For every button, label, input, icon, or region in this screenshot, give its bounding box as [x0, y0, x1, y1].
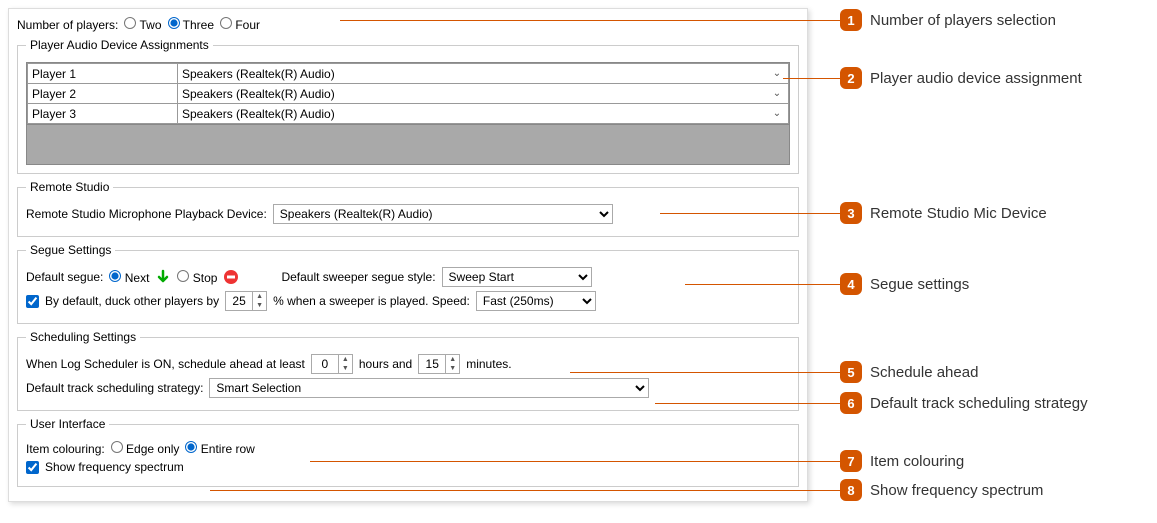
stop-icon — [223, 269, 239, 285]
ui-group: User Interface Item colouring: Edge only… — [17, 417, 799, 487]
device-select-3[interactable]: Speakers (Realtek(R) Audio)⌄ — [182, 107, 784, 121]
callout-2-badge: 2 — [840, 67, 862, 89]
callout-8-text: Show frequency spectrum — [870, 482, 1043, 499]
duck-checkbox[interactable] — [26, 295, 39, 308]
remote-mic-select[interactable]: Speakers (Realtek(R) Audio) — [273, 204, 613, 224]
radio-edge-only[interactable]: Edge only — [111, 441, 180, 456]
spin-up-icon[interactable]: ▲ — [339, 355, 352, 364]
callout-5-badge: 5 — [840, 361, 862, 383]
schedule-legend: Scheduling Settings — [26, 330, 140, 344]
assignments-legend: Player Audio Device Assignments — [26, 38, 213, 52]
callout-6-text: Default track scheduling strategy — [870, 395, 1088, 412]
grid-empty-area — [26, 125, 790, 165]
callout-4-badge: 4 — [840, 273, 862, 295]
table-row: Player 2 Speakers (Realtek(R) Audio)⌄ — [28, 84, 789, 104]
default-segue-label: Default segue: — [26, 270, 103, 284]
minutes-unit: minutes. — [466, 357, 511, 371]
player-name-cell: Player 3 — [28, 104, 178, 124]
remote-studio-group: Remote Studio Remote Studio Microphone P… — [17, 180, 799, 237]
callout-8-badge: 8 — [840, 479, 862, 501]
chevron-down-icon[interactable]: ⌄ — [770, 108, 784, 119]
callout-6-badge: 6 — [840, 392, 862, 414]
table-row: Player 1 Speakers (Realtek(R) Audio)⌄ — [28, 64, 789, 84]
hours-unit: hours and — [359, 357, 412, 371]
ui-legend: User Interface — [26, 417, 109, 431]
num-players-row: Number of players: Two Three Four — [17, 17, 799, 32]
radio-next[interactable]: Next — [109, 270, 149, 285]
callout-1-badge: 1 — [840, 9, 862, 31]
player-name-cell: Player 2 — [28, 84, 178, 104]
chevron-down-icon[interactable]: ⌄ — [770, 88, 784, 99]
spectrum-label: Show frequency spectrum — [45, 460, 184, 474]
radio-entire-row[interactable]: Entire row — [185, 441, 254, 456]
spin-down-icon[interactable]: ▼ — [253, 301, 266, 310]
settings-panel: Number of players: Two Three Four Player… — [8, 8, 808, 502]
callout-2-text: Player audio device assignment — [870, 70, 1082, 87]
device-select-2[interactable]: Speakers (Realtek(R) Audio)⌄ — [182, 87, 784, 101]
num-players-label: Number of players: — [17, 18, 118, 32]
radio-three[interactable]: Three — [168, 17, 214, 32]
duck-label-pre: By default, duck other players by — [45, 294, 219, 308]
colouring-label: Item colouring: — [26, 442, 105, 456]
duck-percent-spinner[interactable]: ▲▼ — [225, 291, 267, 311]
spectrum-checkbox[interactable] — [26, 461, 39, 474]
callout-4-text: Segue settings — [870, 276, 969, 293]
segue-group: Segue Settings Default segue: Next Stop … — [17, 243, 799, 324]
spin-up-icon[interactable]: ▲ — [446, 355, 459, 364]
sweeper-style-select[interactable]: Sweep Start — [442, 267, 592, 287]
radio-four[interactable]: Four — [220, 17, 260, 32]
sweeper-style-label: Default sweeper segue style: — [281, 270, 435, 284]
callout-5-text: Schedule ahead — [870, 364, 978, 381]
remote-legend: Remote Studio — [26, 180, 113, 194]
device-select-1[interactable]: Speakers (Realtek(R) Audio)⌄ — [182, 67, 784, 81]
remote-mic-label: Remote Studio Microphone Playback Device… — [26, 207, 267, 221]
hours-spinner[interactable]: ▲▼ — [311, 354, 353, 374]
callout-1-text: Number of players selection — [870, 12, 1056, 29]
callout-3-text: Remote Studio Mic Device — [870, 205, 1047, 222]
device-grid: Player 1 Speakers (Realtek(R) Audio)⌄ Pl… — [26, 62, 790, 125]
duck-speed-select[interactable]: Fast (250ms) — [476, 291, 596, 311]
segue-legend: Segue Settings — [26, 243, 115, 257]
strategy-label: Default track scheduling strategy: — [26, 381, 203, 395]
minutes-spinner[interactable]: ▲▼ — [418, 354, 460, 374]
spin-down-icon[interactable]: ▼ — [446, 364, 459, 373]
chevron-down-icon[interactable]: ⌄ — [770, 68, 784, 79]
spin-down-icon[interactable]: ▼ — [339, 364, 352, 373]
callout-7-text: Item colouring — [870, 453, 964, 470]
schedule-ahead-label: When Log Scheduler is ON, schedule ahead… — [26, 357, 305, 371]
spin-up-icon[interactable]: ▲ — [253, 292, 266, 301]
table-row: Player 3 Speakers (Realtek(R) Audio)⌄ — [28, 104, 789, 124]
callout-3-badge: 3 — [840, 202, 862, 224]
callout-7-badge: 7 — [840, 450, 862, 472]
schedule-group: Scheduling Settings When Log Scheduler i… — [17, 330, 799, 411]
strategy-select[interactable]: Smart Selection — [209, 378, 649, 398]
radio-two[interactable]: Two — [124, 17, 161, 32]
arrow-down-icon — [155, 269, 171, 285]
assignments-group: Player Audio Device Assignments Player 1… — [17, 38, 799, 174]
radio-stop[interactable]: Stop — [177, 270, 217, 285]
player-name-cell: Player 1 — [28, 64, 178, 84]
duck-label-post: % when a sweeper is played. Speed: — [273, 294, 470, 308]
